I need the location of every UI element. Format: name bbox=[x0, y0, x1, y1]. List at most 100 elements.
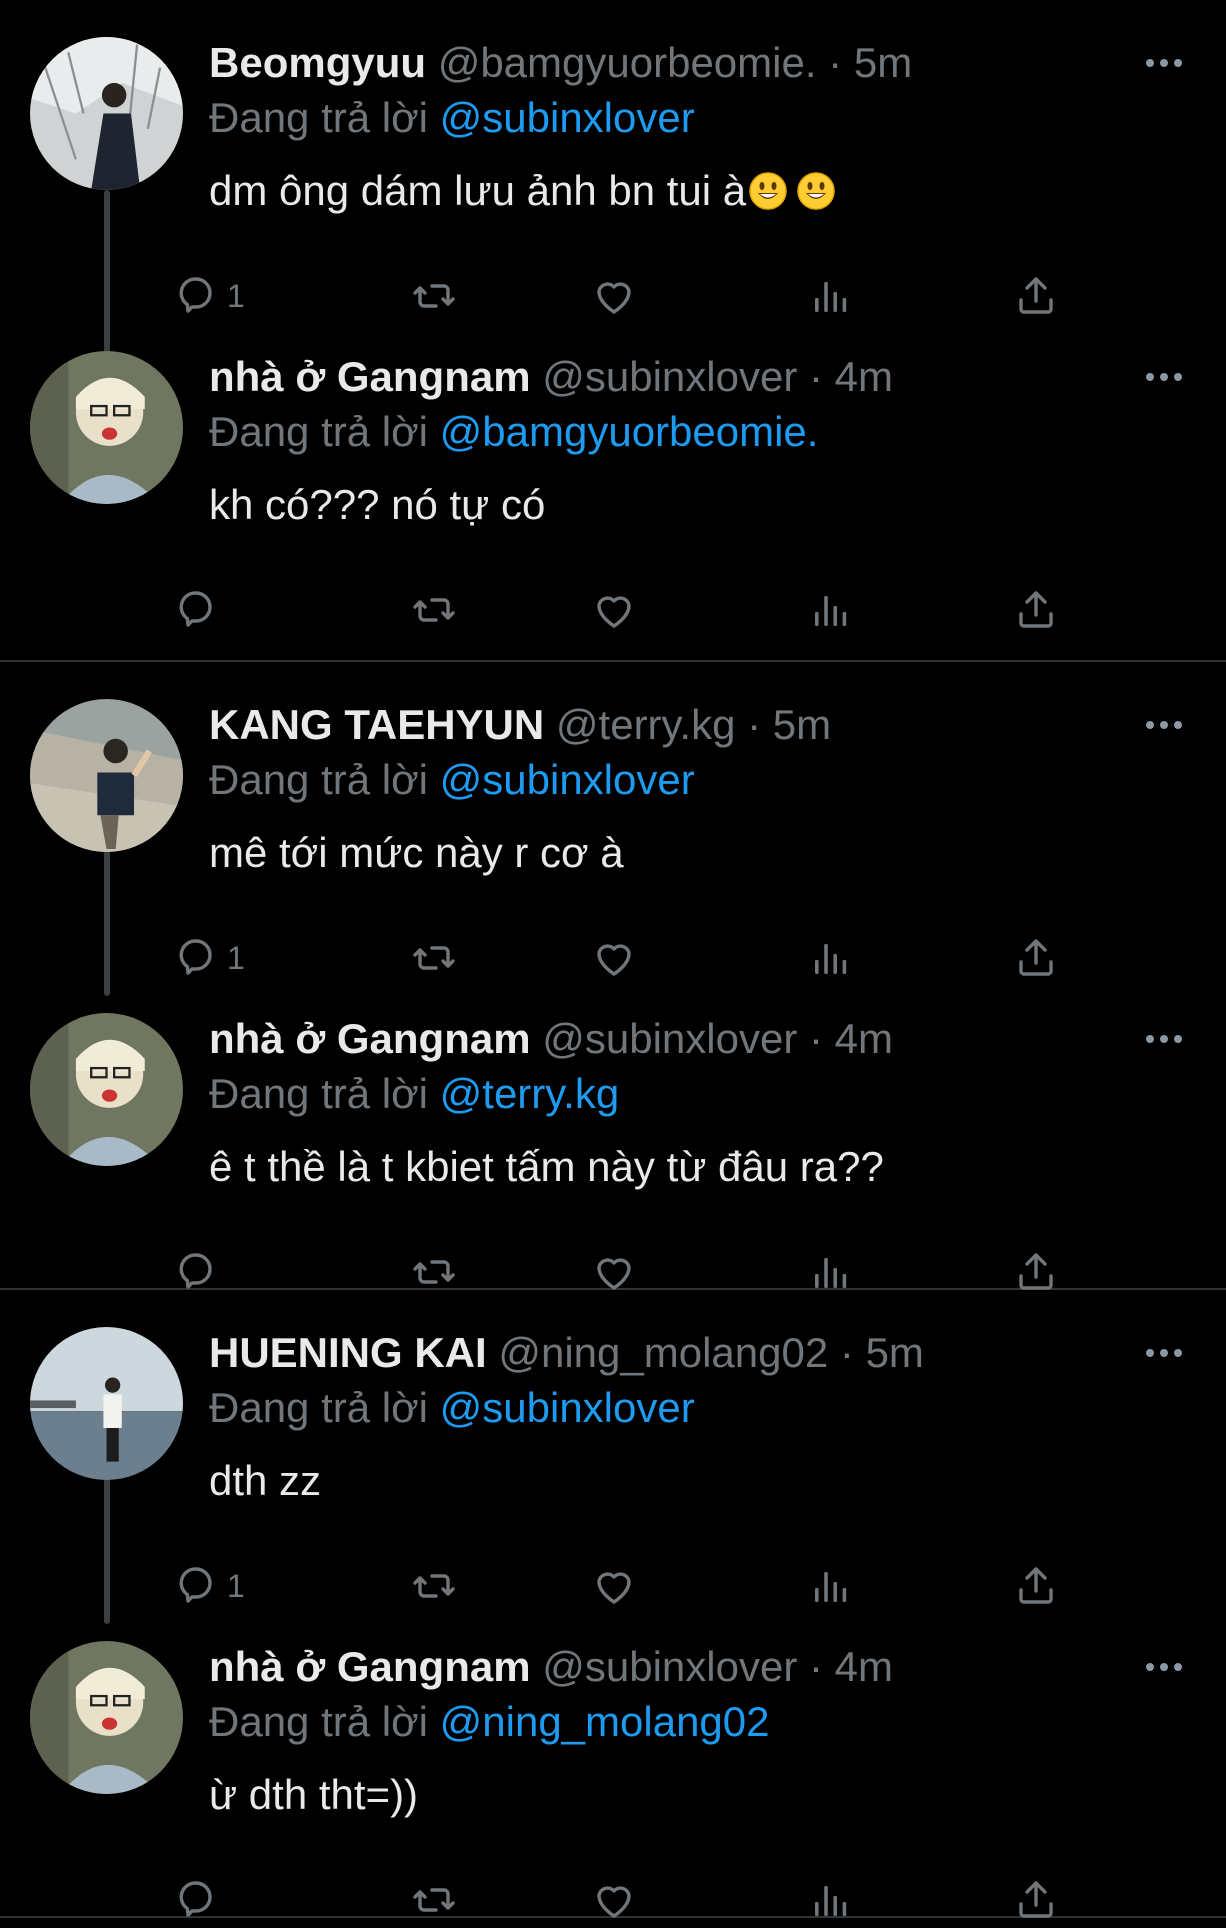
tweet-text: mê tới mức này r cơ à bbox=[209, 826, 624, 880]
reply-count: 1 bbox=[227, 1567, 245, 1604]
share-icon bbox=[1012, 1248, 1060, 1296]
retweet-icon bbox=[410, 586, 458, 634]
replying-to: Đang trả lời @subinxlover bbox=[209, 753, 695, 807]
more-icon[interactable] bbox=[1142, 1022, 1186, 1056]
retweet-button[interactable] bbox=[410, 582, 458, 638]
tweet[interactable]: Beomgyuu @bamgyuorbeomie. · 5m Đang trả l… bbox=[0, 0, 1226, 314]
tweet-header: nhà ở Gangnam @subinxlover · 4m bbox=[209, 350, 1116, 404]
tweet-text-content: kh có??? nó tự có bbox=[209, 481, 546, 528]
display-name[interactable]: HUENING KAI bbox=[209, 1329, 487, 1376]
reply-icon bbox=[171, 586, 219, 634]
timestamp[interactable]: 5m bbox=[854, 39, 912, 86]
views-icon bbox=[807, 272, 855, 320]
tweet-header: HUENING KAI @ning_molang02 · 5m bbox=[209, 1326, 1116, 1380]
tweet-text-content: ê t thề là t kbiet tấm này từ đâu ra?? bbox=[209, 1143, 884, 1190]
like-icon bbox=[590, 1248, 638, 1296]
tweet[interactable]: KANG TAEHYUN @terry.kg · 5m Đang trả lời … bbox=[0, 662, 1226, 976]
reply-icon bbox=[171, 934, 219, 982]
views-button[interactable] bbox=[807, 582, 855, 638]
avatar[interactable] bbox=[30, 1013, 183, 1166]
replying-prefix: Đang trả lời bbox=[209, 94, 440, 141]
share-button[interactable] bbox=[1012, 582, 1060, 638]
share-icon bbox=[1012, 586, 1060, 634]
reply-icon bbox=[171, 272, 219, 320]
mention-link[interactable]: @subinxlover bbox=[440, 94, 695, 141]
retweet-icon bbox=[410, 1248, 458, 1296]
avatar[interactable] bbox=[30, 351, 183, 504]
timestamp[interactable]: 5m bbox=[866, 1329, 924, 1376]
separator: · bbox=[797, 1015, 835, 1062]
share-icon bbox=[1012, 272, 1060, 320]
tweet-header: nhà ở Gangnam @subinxlover · 4m bbox=[209, 1640, 1116, 1694]
more-icon[interactable] bbox=[1142, 708, 1186, 742]
separator: · bbox=[797, 1643, 835, 1690]
display-name[interactable]: nhà ở Gangnam bbox=[209, 1643, 531, 1690]
tweet-text: kh có??? nó tự có bbox=[209, 478, 545, 532]
retweet-icon bbox=[410, 1562, 458, 1610]
tweet-header: Beomgyuu @bamgyuorbeomie. · 5m bbox=[209, 36, 1116, 90]
separator: · bbox=[735, 701, 773, 748]
like-icon bbox=[590, 934, 638, 982]
avatar[interactable] bbox=[30, 1327, 183, 1480]
tweet-text: ừ dth tht=)) bbox=[209, 1768, 418, 1822]
tweet-text: ê t thề là t kbiet tấm này từ đâu ra?? bbox=[209, 1140, 884, 1194]
replying-to: Đang trả lời @bamgyuorbeomie. bbox=[209, 405, 818, 459]
share-icon bbox=[1012, 1876, 1060, 1924]
like-button[interactable] bbox=[590, 582, 638, 638]
replying-to: Đang trả lời @subinxlover bbox=[209, 91, 695, 145]
tweet[interactable]: nhà ở Gangnam @subinxlover · 4m Đang trả … bbox=[0, 976, 1226, 1290]
avatar[interactable] bbox=[30, 37, 183, 190]
retweet-icon bbox=[410, 934, 458, 982]
mention-link[interactable]: @terry.kg bbox=[440, 1070, 620, 1117]
display-name[interactable]: KANG TAEHYUN bbox=[209, 701, 544, 748]
action-bar bbox=[179, 582, 1089, 638]
more-icon[interactable] bbox=[1142, 360, 1186, 394]
tweet[interactable]: nhà ở Gangnam @subinxlover · 4m Đang trả … bbox=[0, 314, 1226, 628]
display-name[interactable]: nhà ở Gangnam bbox=[209, 1015, 531, 1062]
reply-button[interactable] bbox=[171, 582, 227, 638]
mention-link[interactable]: @subinxlover bbox=[440, 1384, 695, 1431]
replying-prefix: Đang trả lời bbox=[209, 1384, 440, 1431]
more-icon[interactable] bbox=[1142, 1650, 1186, 1684]
user-handle[interactable]: @subinxlover bbox=[542, 353, 797, 400]
tweet[interactable]: HUENING KAI @ning_molang02 · 5m Đang trả … bbox=[0, 1290, 1226, 1604]
like-icon bbox=[590, 586, 638, 634]
timestamp[interactable]: 4m bbox=[835, 1015, 893, 1062]
tweet[interactable]: nhà ở Gangnam @subinxlover · 4m Đang trả … bbox=[0, 1604, 1226, 1918]
like-icon bbox=[590, 272, 638, 320]
like-icon bbox=[590, 1562, 638, 1610]
reply-icon bbox=[171, 1562, 219, 1610]
avatar[interactable] bbox=[30, 1641, 183, 1794]
display-name[interactable]: nhà ở Gangnam bbox=[209, 353, 531, 400]
replying-to: Đang trả lời @ning_molang02 bbox=[209, 1695, 770, 1749]
retweet-icon bbox=[410, 272, 458, 320]
replying-to: Đang trả lời @terry.kg bbox=[209, 1067, 619, 1121]
more-icon[interactable] bbox=[1142, 46, 1186, 80]
avatar[interactable] bbox=[30, 699, 183, 852]
user-handle[interactable]: @bamgyuorbeomie. bbox=[438, 39, 817, 86]
display-name[interactable]: Beomgyuu bbox=[209, 39, 426, 86]
user-handle[interactable]: @ning_molang02 bbox=[498, 1329, 828, 1376]
mention-link[interactable]: @subinxlover bbox=[440, 756, 695, 803]
replying-prefix: Đang trả lời bbox=[209, 756, 440, 803]
user-handle[interactable]: @subinxlover bbox=[542, 1015, 797, 1062]
reply-icon bbox=[171, 1876, 219, 1924]
share-icon bbox=[1012, 934, 1060, 982]
views-icon bbox=[807, 1248, 855, 1296]
views-icon bbox=[807, 934, 855, 982]
mention-link[interactable]: @ning_molang02 bbox=[440, 1698, 770, 1745]
more-icon[interactable] bbox=[1142, 1336, 1186, 1370]
tweet-text-content: dm ông dám lưu ảnh bn tui à bbox=[209, 167, 747, 214]
timestamp[interactable]: 5m bbox=[773, 701, 831, 748]
separator: · bbox=[828, 1329, 866, 1376]
views-icon bbox=[807, 1876, 855, 1924]
replying-prefix: Đang trả lời bbox=[209, 1698, 440, 1745]
timestamp[interactable]: 4m bbox=[835, 353, 893, 400]
tweet-text-content: ừ dth tht=)) bbox=[209, 1771, 419, 1818]
user-handle[interactable]: @subinxlover bbox=[542, 1643, 797, 1690]
timestamp[interactable]: 4m bbox=[835, 1643, 893, 1690]
smiley-emoji bbox=[796, 170, 836, 210]
views-icon bbox=[807, 1562, 855, 1610]
mention-link[interactable]: @bamgyuorbeomie. bbox=[440, 408, 819, 455]
user-handle[interactable]: @terry.kg bbox=[556, 701, 736, 748]
